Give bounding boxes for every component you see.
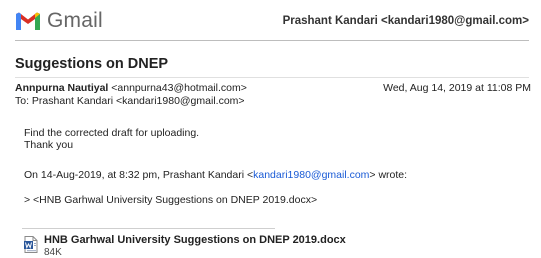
gmail-logo: Gmail <box>15 9 103 33</box>
sender-email: <annpurna43@hotmail.com> <box>111 82 247 94</box>
sender-line: Annpurna Nautiyal <annpurna43@hotmail.co… <box>15 82 247 94</box>
message-date: Wed, Aug 14, 2019 at 11:08 PM <box>383 82 531 94</box>
attachment-divider <box>22 228 275 229</box>
recipient-line: To: Prashant Kandari <kandari1980@gmail.… <box>15 95 245 107</box>
attachment-name[interactable]: HNB Garhwal University Suggestions on DN… <box>44 234 346 246</box>
gmail-wordmark: Gmail <box>47 9 103 32</box>
quote-header-suffix: > wrote: <box>369 169 408 181</box>
body-text-line-1: Find the corrected draft for uploading. <box>24 127 200 139</box>
subject-divider <box>15 77 529 78</box>
sender-name: Annpurna Nautiyal <box>15 82 109 94</box>
quote-header: On 14-Aug-2019, at 8:32 pm, Prashant Kan… <box>24 169 407 181</box>
account-identity: Prashant Kandari <kandari1980@gmail.com> <box>282 15 529 27</box>
gmail-m-icon <box>16 12 40 30</box>
quote-email-link[interactable]: kandari1980@gmail.com <box>253 169 369 181</box>
body-text-line-2: Thank you <box>24 139 74 151</box>
quote-header-prefix: On 14-Aug-2019, at 8:32 pm, Prashant Kan… <box>24 169 254 181</box>
quoted-attachment-text: > <HNB Garhwal University Suggestions on… <box>24 194 318 206</box>
email-subject: Suggestions on DNEP <box>15 56 169 72</box>
word-document-icon[interactable] <box>24 236 38 253</box>
header-divider <box>15 40 529 41</box>
attachment-size: 84K <box>44 247 62 258</box>
